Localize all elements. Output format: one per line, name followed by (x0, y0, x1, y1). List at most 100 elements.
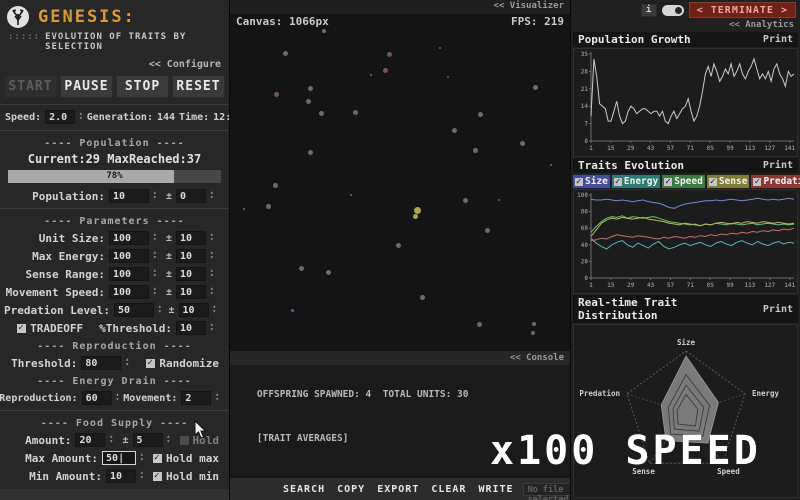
threshold-pct-field[interactable]: 10 (176, 321, 206, 335)
search-button[interactable]: SEARCH (280, 482, 328, 497)
legend-chip[interactable]: Energy (611, 175, 661, 188)
parameter-delta-stepper[interactable] (210, 233, 219, 243)
speed-label: Speed: (5, 111, 42, 123)
copy-button[interactable]: COPY (334, 482, 368, 497)
drain-movement-stepper[interactable] (215, 393, 219, 403)
pause-button[interactable]: PAUSE (60, 75, 113, 98)
parameter-delta-field[interactable]: 10 (176, 249, 206, 263)
svg-text:29: 29 (627, 145, 635, 152)
fps-label: FPS: 219 (511, 15, 564, 28)
population-stepper[interactable] (153, 191, 162, 201)
speed-field[interactable]: 2.0 (45, 110, 76, 124)
parameter-value-field[interactable]: 100 (108, 285, 149, 299)
food-amount-field[interactable]: 20 (75, 433, 106, 447)
food-amount-stepper[interactable] (109, 435, 118, 445)
console-collapse[interactable]: << Console (230, 352, 570, 365)
terminate-button[interactable]: < TERMINATE > (688, 2, 796, 18)
population-delta-stepper[interactable] (210, 191, 219, 201)
repro-threshold-stepper[interactable] (125, 358, 134, 368)
parameter-delta-stepper[interactable] (210, 287, 219, 297)
organism-dot (413, 214, 418, 219)
parameter-delta-field[interactable]: 10 (178, 303, 209, 317)
configure-collapse[interactable]: << Configure (0, 56, 229, 72)
divider (0, 104, 229, 105)
print-button[interactable]: Print (763, 34, 793, 45)
food-amount-delta-stepper[interactable] (167, 435, 176, 445)
divider (0, 208, 229, 209)
legend-checkbox[interactable] (708, 177, 717, 187)
food-min-field[interactable]: 10 (106, 469, 137, 483)
hold-min-checkbox[interactable] (153, 471, 163, 481)
organism-dot (308, 150, 313, 155)
print-button[interactable]: Print (763, 160, 793, 171)
drain-repro-field[interactable]: 60 (81, 391, 112, 405)
food-max-input[interactable]: 50| (102, 451, 137, 465)
parameter-delta-field[interactable]: 10 (176, 285, 206, 299)
legend-chip[interactable]: Speed (662, 175, 705, 188)
parameter-delta-stepper[interactable] (210, 269, 219, 279)
parameter-delta-field[interactable]: 10 (176, 231, 206, 245)
parameter-value-stepper[interactable] (153, 269, 162, 279)
legend-checkbox[interactable] (664, 177, 673, 187)
print-button[interactable]: Print (763, 304, 793, 315)
parameter-value-stepper[interactable] (153, 233, 162, 243)
repro-threshold-field[interactable]: 80 (81, 356, 122, 370)
parameter-value-stepper[interactable] (153, 251, 162, 261)
drain-repro-stepper[interactable] (116, 393, 120, 403)
plus-minus: ± (165, 250, 172, 262)
parameter-value-stepper[interactable] (158, 305, 165, 315)
text-caret: | (118, 453, 125, 464)
generation-label: Generation: (86, 111, 153, 123)
population-field[interactable]: 10 (108, 189, 149, 203)
hold-max-checkbox[interactable] (153, 453, 163, 463)
visualizer-collapse[interactable]: << Visualizer (230, 0, 570, 14)
power-toggle[interactable] (661, 4, 684, 16)
clear-button[interactable]: CLEAR (428, 482, 469, 497)
legend-checkbox[interactable] (613, 177, 622, 187)
parameter-delta-stepper[interactable] (213, 305, 220, 315)
parameter-value-field[interactable]: 50 (113, 303, 154, 317)
threshold-pct-label: %Threshold: (99, 321, 172, 335)
food-min-label: Min Amount: (29, 469, 103, 483)
current-value: 29 (85, 152, 101, 166)
population-delta-field[interactable]: 0 (176, 189, 206, 203)
food-amount-delta-field[interactable]: 5 (132, 433, 163, 447)
info-button[interactable]: i (640, 3, 657, 17)
food-max-stepper[interactable] (140, 453, 149, 463)
reset-button[interactable]: RESET (172, 75, 225, 98)
write-button[interactable]: WRITE (475, 482, 516, 497)
parameter-value-field[interactable]: 100 (108, 267, 149, 281)
parameter-delta-stepper[interactable] (210, 251, 219, 261)
stop-button[interactable]: STOP (116, 75, 169, 98)
organism-dot (350, 194, 352, 196)
parameter-value-field[interactable]: 100 (108, 231, 149, 245)
analytics-collapse[interactable]: << Analytics (571, 20, 800, 31)
svg-text:43: 43 (647, 282, 655, 289)
legend-chip[interactable]: Sense (706, 175, 750, 188)
randomize-checkbox[interactable] (146, 358, 156, 368)
population-progress-label: 78% (106, 171, 123, 181)
legend-checkbox[interactable] (575, 177, 583, 187)
svg-text:141: 141 (784, 282, 795, 289)
current-label: Current: (27, 152, 86, 166)
tradeoff-checkbox[interactable] (17, 323, 27, 333)
food-min-stepper[interactable] (140, 471, 149, 481)
parameter-value-stepper[interactable] (153, 287, 162, 297)
drain-movement-field[interactable]: 2 (181, 391, 212, 405)
svg-text:127: 127 (764, 282, 775, 289)
hold-min-label: Hold min (166, 469, 219, 483)
legend-chip[interactable]: Predation (751, 175, 800, 188)
svg-text:57: 57 (667, 145, 675, 152)
svg-text:21: 21 (581, 86, 589, 93)
simulation-canvas[interactable]: Canvas: 1066px FPS: 219 (230, 14, 570, 352)
start-button[interactable]: START (4, 75, 57, 98)
legend-chip[interactable]: Size (573, 175, 610, 188)
svg-text:15: 15 (607, 145, 615, 152)
parameter-value-field[interactable]: 100 (108, 249, 149, 263)
legend-checkbox[interactable] (753, 177, 762, 187)
parameter-delta-field[interactable]: 10 (176, 267, 206, 281)
hold-checkbox[interactable] (179, 435, 189, 445)
speed-stepper[interactable] (79, 112, 83, 122)
threshold-pct-stepper[interactable] (210, 323, 219, 333)
export-button[interactable]: EXPORT (374, 482, 422, 497)
